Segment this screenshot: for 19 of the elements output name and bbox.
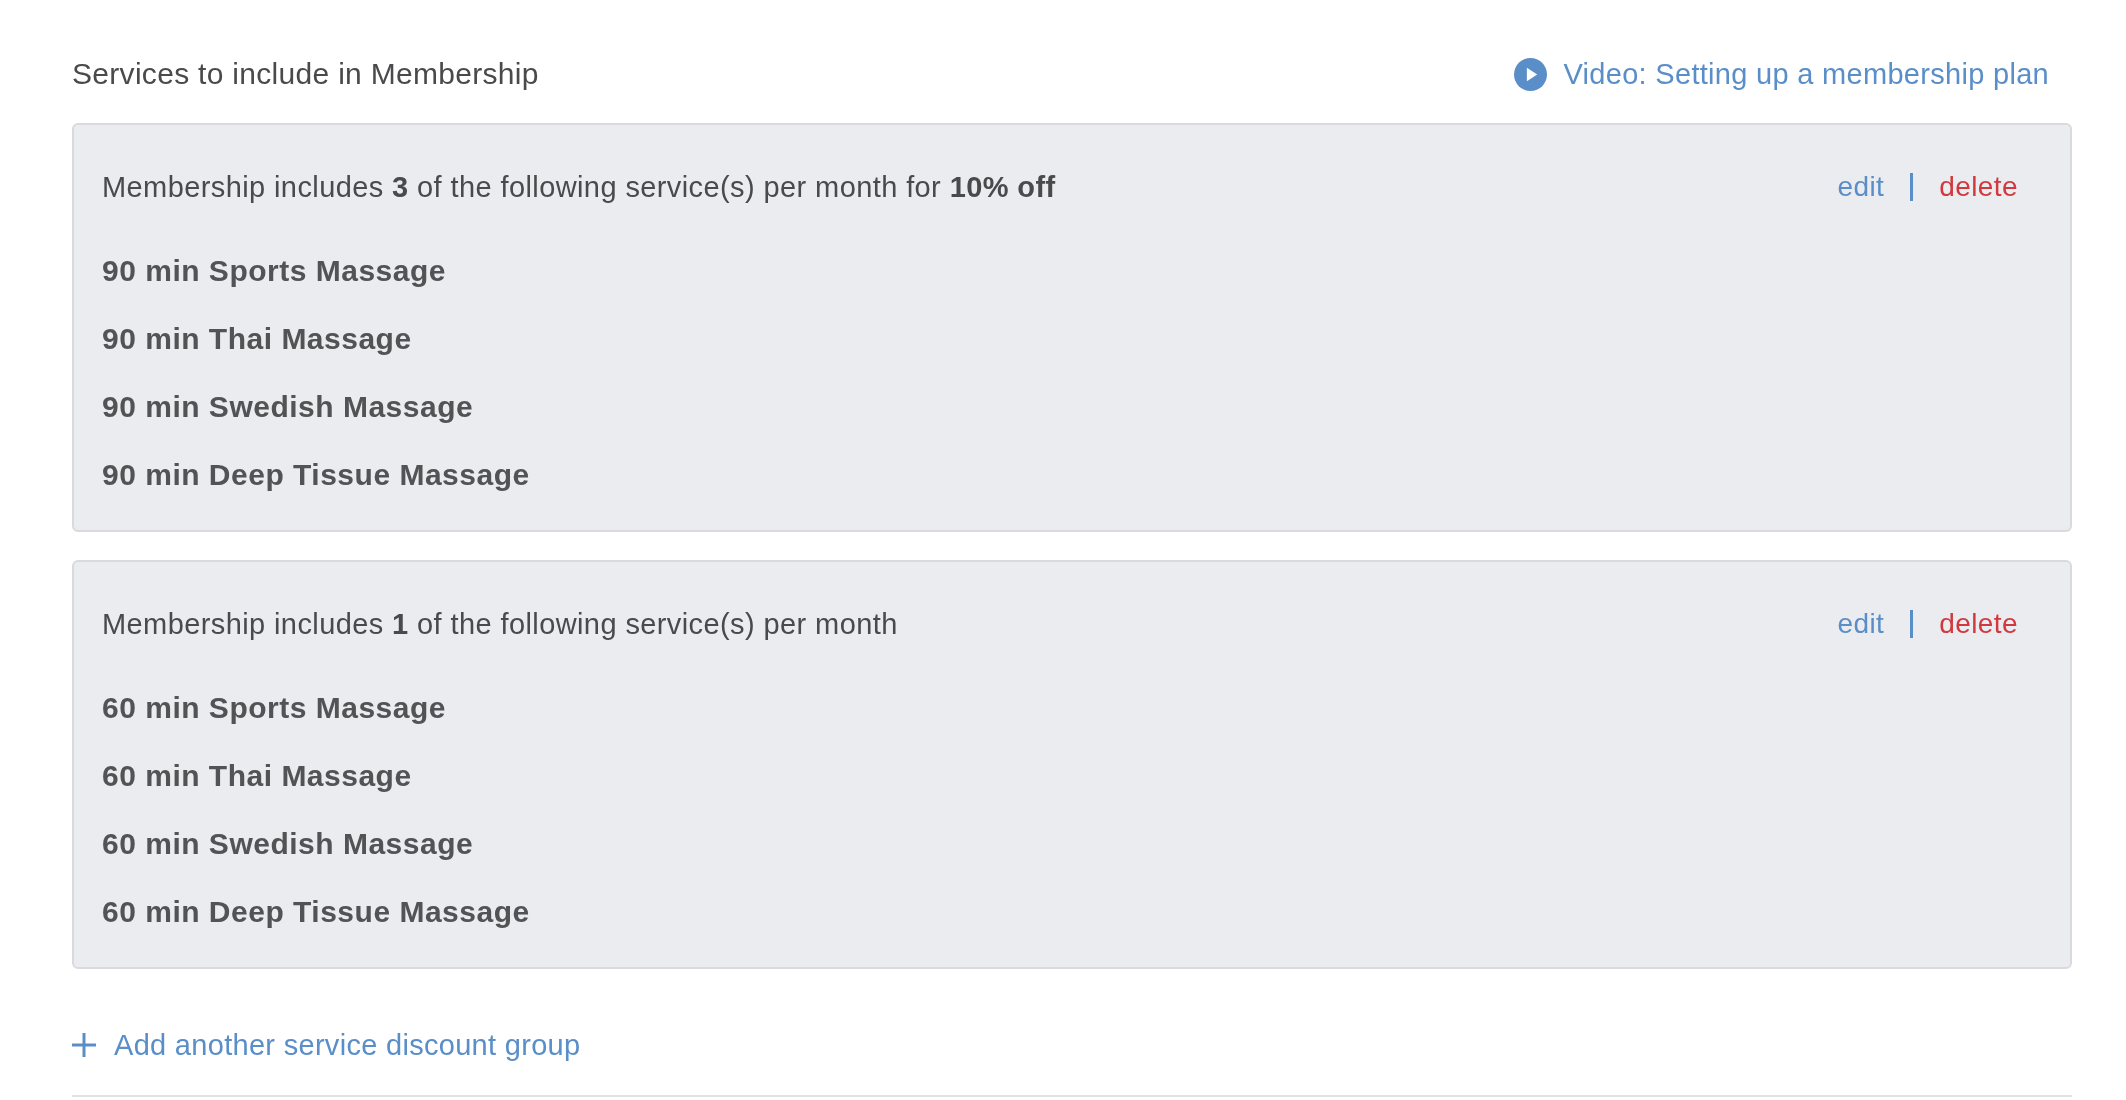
service-name: 60 min Swedish Massage [102,827,474,861]
edit-link[interactable]: edit [1837,607,1885,641]
service-name: 60 min Sports Massage [102,691,446,725]
section-title: Services to include in Membership [72,56,539,92]
service-name: 90 min Thai Massage [102,322,412,356]
service-name: 60 min Deep Tissue Massage [102,895,530,929]
delete-link[interactable]: delete [1939,607,2018,641]
service-name: 60 min Thai Massage [102,759,412,793]
service-name: 90 min Swedish Massage [102,390,474,424]
play-icon [1514,57,1548,91]
add-group-link[interactable]: Add another service discount group [72,1027,581,1063]
edit-link[interactable]: edit [1837,170,1885,204]
service-name: 90 min Sports Massage [102,254,446,288]
service-name: 90 min Deep Tissue Massage [102,458,530,492]
delete-link[interactable]: delete [1939,170,2018,204]
plus-icon [72,1033,96,1057]
group-summary: Membership includes 1 of the following service(s) per month [102,607,898,641]
group-summary: Membership includes 3 of the following service(s) per month for 10% off [102,170,1056,204]
video-link[interactable]: Video: Setting up a membership plan [1514,56,2049,92]
